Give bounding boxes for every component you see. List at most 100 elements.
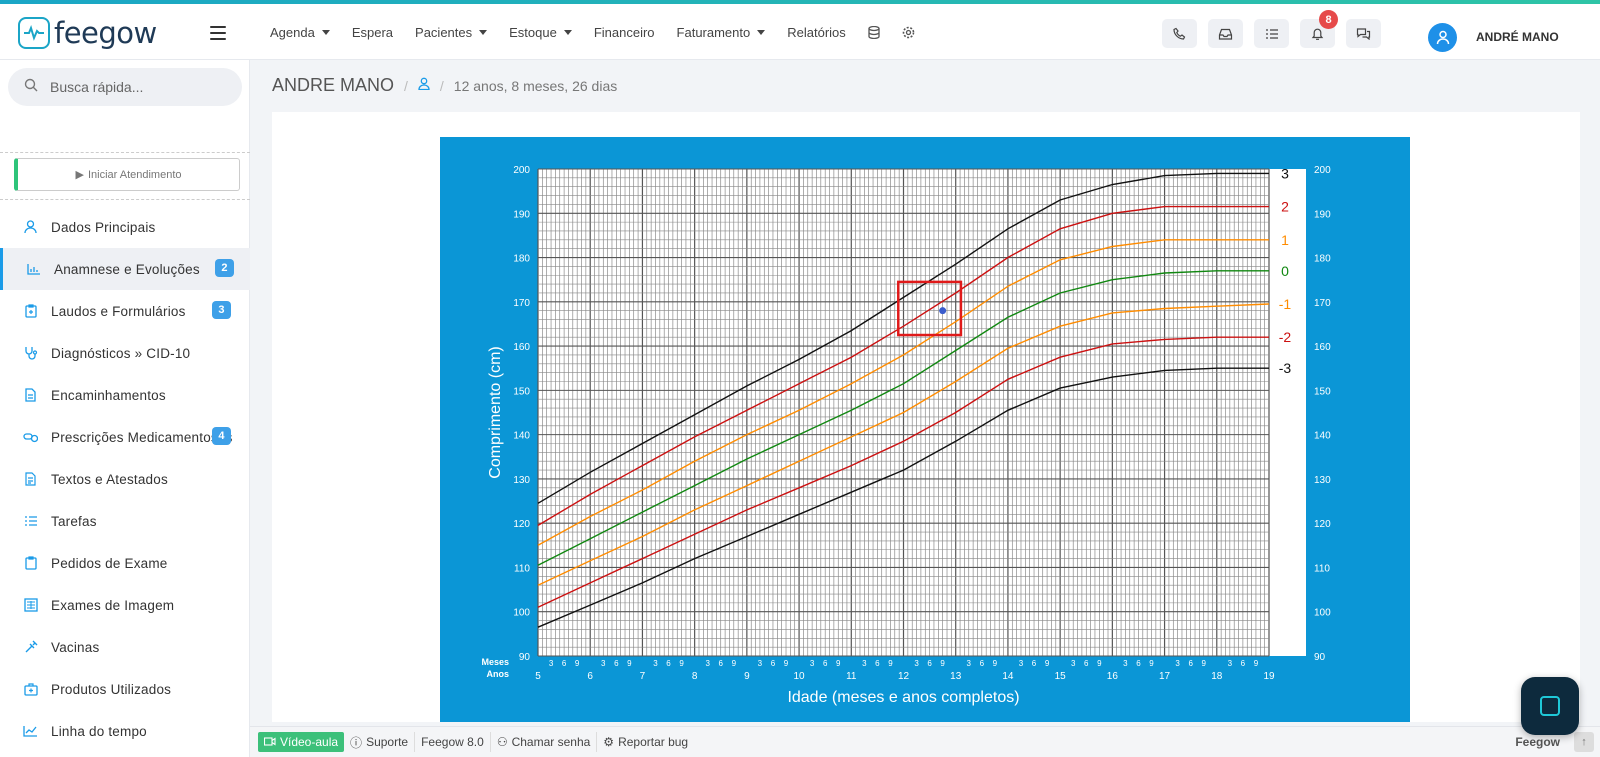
sidebar-item-exames-de-imagem[interactable]: Exames de Imagem <box>0 584 250 626</box>
y-axis-title: Comprimento (cm) <box>487 346 504 478</box>
nav-label: Faturamento <box>676 24 751 40</box>
sidebar-item-diagnosticos-cid-10[interactable]: Diagnósticos » CID-10 <box>0 332 250 374</box>
month-tick-label: 6 <box>823 659 828 668</box>
phone-icon[interactable] <box>1162 19 1197 48</box>
sidebar-item-textos-e-atestados[interactable]: Textos e Atestados <box>0 458 250 500</box>
start-appointment-label: Iniciar Atendimento <box>87 168 182 181</box>
report-bug-button[interactable]: ⚙ Reportar bug <box>597 732 694 752</box>
sidebar-item-label: Prescrições Medicamentosas <box>51 429 233 445</box>
month-tick-label: 9 <box>940 659 945 668</box>
series-label: 2 <box>1281 199 1289 215</box>
database-icon[interactable] <box>868 25 880 39</box>
month-tick-label: 3 <box>1123 659 1128 668</box>
call-ticket-button[interactable]: ⚇ Chamar senha <box>491 732 598 752</box>
chart-icon <box>26 262 41 277</box>
month-tick-label: 6 <box>1241 659 1246 668</box>
month-tick-label: 9 <box>888 659 893 668</box>
x-tick-label: 19 <box>1263 671 1275 682</box>
feegow-logo[interactable]: feegow <box>18 16 157 50</box>
month-tick-label: 6 <box>875 659 880 668</box>
bell-icon[interactable]: 8 <box>1300 10 1338 48</box>
x-tick-label: 5 <box>535 671 541 682</box>
month-tick-label: 9 <box>679 659 684 668</box>
nav-label: Agenda <box>270 24 315 40</box>
month-tick-label: 3 <box>1228 659 1233 668</box>
support-link[interactable]: ⓘ Suporte <box>344 732 416 752</box>
inbox-icon[interactable] <box>1208 19 1243 48</box>
sidebar-item-dados-principais[interactable]: Dados Principais <box>0 206 250 248</box>
series-label: -2 <box>1279 329 1292 345</box>
sidebar-item-encaminhamentos[interactable]: Encaminhamentos <box>0 374 250 416</box>
nav-faturamento[interactable]: Faturamento <box>677 25 766 40</box>
sidebar-item-linha-do-tempo[interactable]: Linha do tempo <box>0 710 250 752</box>
y-tick-label: 170 <box>513 298 530 309</box>
sidebar-item-anamnese-e-evolucoes[interactable]: Anamnese e Evoluções 2 <box>0 248 250 290</box>
series-label: 1 <box>1281 232 1289 248</box>
nav-label: Financeiro <box>593 24 655 40</box>
user-name[interactable]: ANDRÉ MANO <box>1476 30 1559 44</box>
patient-name[interactable]: ANDRE MANO <box>272 75 394 96</box>
y-tick-label: 90 <box>519 652 531 663</box>
series-label: -3 <box>1279 360 1292 376</box>
floating-assistant-button[interactable] <box>1521 677 1579 735</box>
sidebar-item-label: Tarefas <box>51 513 97 529</box>
series-label: 0 <box>1281 263 1289 279</box>
sidebar-item-label: Encaminhamentos <box>51 387 166 403</box>
pills-icon <box>23 430 38 445</box>
x-tick-label: 15 <box>1055 671 1067 682</box>
nav-label: Relatórios <box>787 24 846 40</box>
gear-icon[interactable] <box>902 26 915 39</box>
nav-espera[interactable]: Espera <box>352 25 393 40</box>
question-icon: ⓘ <box>350 735 363 750</box>
month-tick-label: 9 <box>1045 659 1050 668</box>
chevron-down-icon <box>479 29 488 35</box>
y-tick-label: 150 <box>513 386 530 397</box>
month-tick-label: 6 <box>1188 659 1193 668</box>
y-tick-label: 130 <box>1314 475 1331 486</box>
month-tick-label: 6 <box>771 659 776 668</box>
sidebar-item-tarefas[interactable]: Tarefas <box>0 500 250 542</box>
y-tick-label: 110 <box>514 563 530 574</box>
video-lesson-button[interactable]: Vídeo-aula <box>258 732 345 752</box>
month-tick-label: 3 <box>862 659 867 668</box>
medkit-icon <box>23 682 38 697</box>
nav-relatorios[interactable]: Relatórios <box>787 25 846 40</box>
user-icon[interactable] <box>418 77 430 95</box>
sidebar-item-produtos-utilizados[interactable]: Produtos Utilizados <box>0 668 250 710</box>
chevron-down-icon <box>563 29 572 35</box>
search-input[interactable] <box>50 79 220 95</box>
y-tick-label: 140 <box>513 431 530 442</box>
sidebar-item-vacinas[interactable]: Vacinas <box>0 626 250 668</box>
sidebar-item-label: Anamnese e Evoluções <box>54 261 200 277</box>
toolbar-buttons: 8 <box>1162 10 1381 48</box>
checklist-icon[interactable] <box>1254 19 1289 48</box>
sidebar-item-prescricoes-medicamentosas[interactable]: Prescrições Medicamentosas 4 <box>0 416 250 458</box>
x-tick-label: 17 <box>1159 671 1171 682</box>
file-icon <box>23 388 38 403</box>
month-tick-label: 6 <box>666 659 671 668</box>
user-avatar[interactable] <box>1428 23 1457 52</box>
nav-agenda[interactable]: Agenda <box>270 25 330 40</box>
sidebar-item-pedidos-de-exame[interactable]: Pedidos de Exame <box>0 542 250 584</box>
sidebar-item-laudos-e-formularios[interactable]: Laudos e Formulários 3 <box>0 290 250 332</box>
sidebar-item-label: Pedidos de Exame <box>51 555 168 571</box>
x-axis-label-months: Meses <box>481 657 509 667</box>
chat-icon[interactable] <box>1346 19 1381 48</box>
sidebar-item-label: Laudos e Formulários <box>51 303 186 319</box>
tasks-icon <box>23 514 38 529</box>
nav-estoque[interactable]: Estoque <box>509 25 572 40</box>
x-tick-label: 13 <box>950 671 962 682</box>
call-ticket-label: Chamar senha <box>511 735 591 749</box>
nav-financeiro[interactable]: Financeiro <box>594 25 655 40</box>
menu-toggle-icon[interactable] <box>210 26 226 40</box>
month-tick-label: 3 <box>653 659 658 668</box>
start-appointment-button[interactable]: ▶ Iniciar Atendimento <box>14 158 240 191</box>
x-tick-label: 12 <box>898 671 910 682</box>
month-tick-label: 9 <box>1254 659 1259 668</box>
month-tick-label: 9 <box>1202 659 1207 668</box>
quick-search[interactable] <box>8 68 242 106</box>
stethoscope-icon <box>23 346 38 361</box>
nav-pacientes[interactable]: Pacientes <box>415 25 488 40</box>
scroll-top-icon[interactable]: ↑ <box>1574 732 1594 752</box>
version-text: Feegow 8.0 <box>421 735 484 749</box>
